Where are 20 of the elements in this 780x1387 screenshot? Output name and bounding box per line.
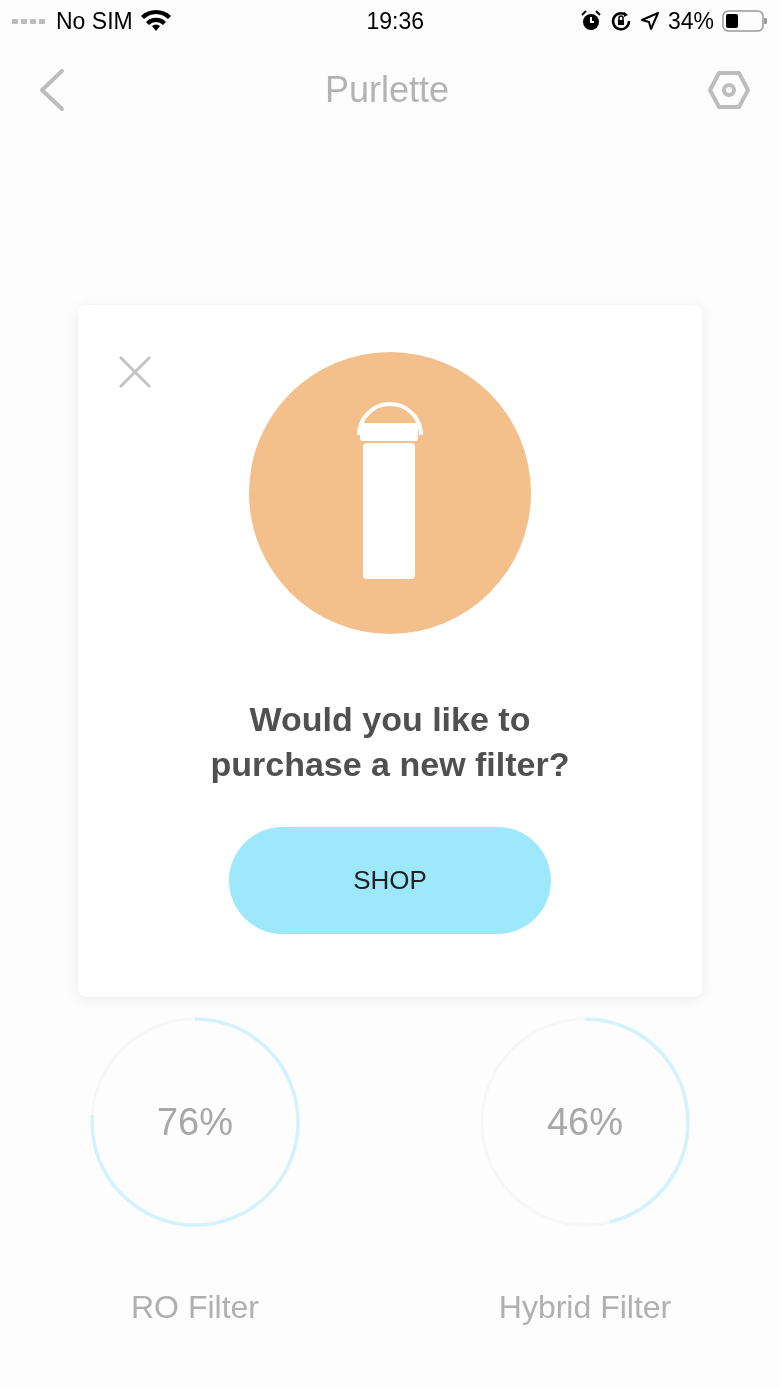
- back-icon[interactable]: [38, 68, 66, 112]
- percent-reading: 46%: [545, 1101, 625, 1144]
- carrier-label: No SIM: [56, 7, 133, 35]
- battery-icon: [722, 10, 768, 32]
- wifi-icon: [140, 10, 171, 32]
- filter-name: Hybrid Filter: [498, 1289, 672, 1326]
- purchase-question: Would you like to purchase a new filter?: [209, 699, 571, 785]
- location-icon: [639, 11, 660, 31]
- screen-title: Purlette: [324, 69, 450, 111]
- close-icon[interactable]: [118, 355, 152, 389]
- shop-button[interactable]: SHOP: [229, 827, 551, 934]
- clock-time: 19:36: [366, 7, 425, 35]
- alarm-icon: [579, 10, 602, 32]
- battery-percent: 34%: [667, 7, 714, 35]
- signal-icon: [12, 17, 48, 25]
- percent-reading: 76%: [155, 1101, 235, 1144]
- rotation-lock-icon: [609, 10, 632, 32]
- filter-name: RO Filter: [131, 1289, 259, 1326]
- settings-icon[interactable]: [708, 71, 750, 109]
- filter-cartridge-icon: [248, 351, 532, 635]
